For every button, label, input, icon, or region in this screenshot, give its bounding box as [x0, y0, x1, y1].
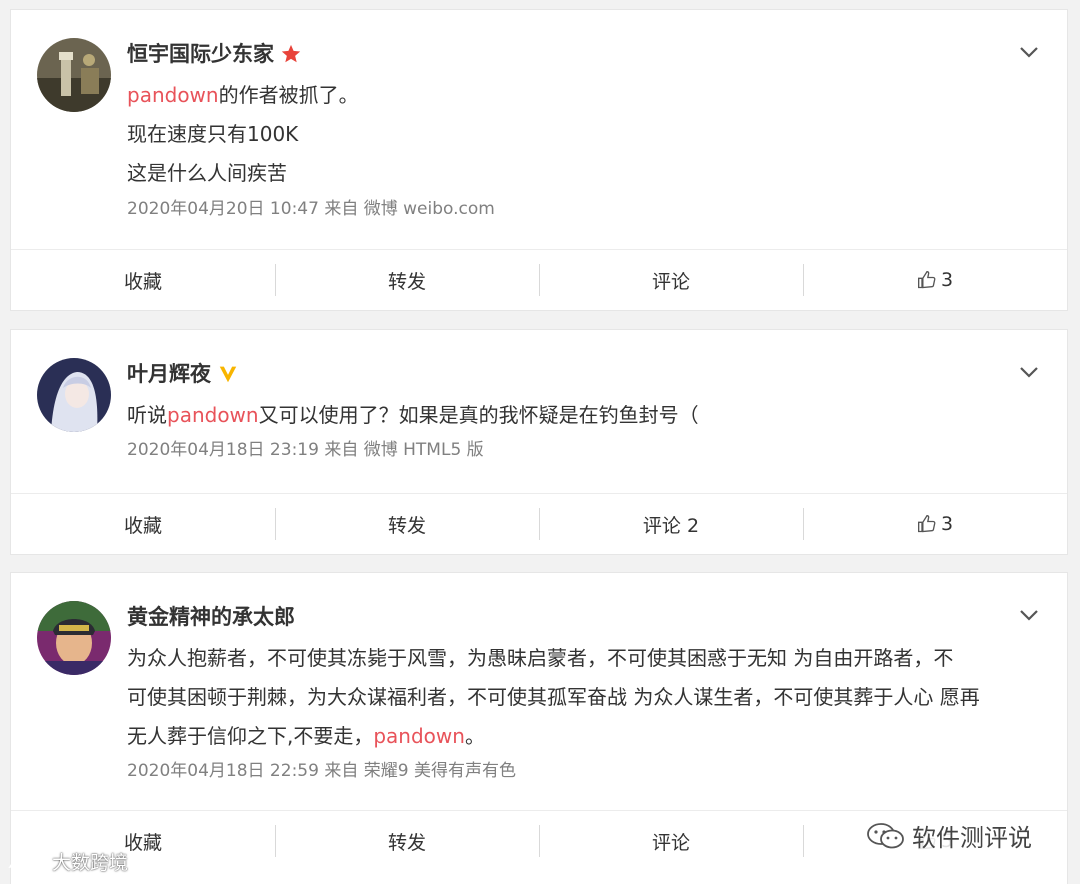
author-name-text[interactable]: 叶月辉夜 — [127, 358, 211, 390]
wechat-icon — [866, 821, 906, 851]
avatar[interactable] — [37, 38, 111, 112]
action-bar: 收藏 转发 评论 3 — [11, 249, 1067, 310]
favorite-label: 收藏 — [123, 270, 162, 293]
comment-button[interactable]: 评论 — [539, 250, 803, 310]
chevron-down-icon[interactable] — [1017, 360, 1041, 384]
post-meta[interactable]: 2020年04月18日 22:59 来自 荣耀9 美得有声有色 — [127, 759, 516, 783]
author-name-text[interactable]: 恒宇国际少东家 — [127, 38, 274, 70]
favorite-label: 收藏 — [123, 514, 162, 537]
chevron-down-icon[interactable] — [1017, 40, 1041, 64]
watermark-left-text: 大数跨境 — [52, 852, 129, 874]
repost-button[interactable]: 转发 — [275, 811, 539, 871]
like-count: 3 — [940, 513, 954, 535]
post-card: 叶月辉夜 听说pandown又可以使用了？如果是真的我怀疑是在钓鱼封号（ 202… — [10, 329, 1068, 555]
thumbs-up-icon — [917, 270, 937, 290]
repost-label: 转发 — [387, 831, 426, 854]
topic-link[interactable]: pandown — [127, 83, 219, 107]
comment-label: 评论 — [651, 831, 690, 854]
like-button[interactable]: 3 — [803, 250, 1067, 310]
comment-label: 评论 — [651, 270, 690, 293]
post-card: 恒宇国际少东家 pandown的作者被抓了。 现在速度只有100K 这是什么人间… — [10, 9, 1068, 311]
favorite-button[interactable]: 收藏 — [11, 250, 275, 310]
author-name[interactable]: 叶月辉夜 — [127, 358, 239, 390]
watermark-right: 软件测评说 — [862, 816, 1036, 855]
watermark-right-text: 软件测评说 — [912, 824, 1032, 852]
author-name[interactable]: 黄金精神的承太郎 — [127, 601, 295, 633]
content-line: 为众人抱薪者，不可使其冻毙于风雪，为愚昧启蒙者，不可使其困惑于无知 为自由开路者… — [127, 646, 954, 670]
post-meta[interactable]: 2020年04月20日 10:47 来自 微博 weibo.com — [127, 197, 495, 221]
content-line: 这是什么人间疾苦 — [127, 161, 287, 185]
action-bar: 收藏 转发 评论 2 3 — [11, 493, 1067, 554]
favorite-label: 收藏 — [123, 831, 162, 854]
content-line: 可使其困顿于荆棘，为大众谋福利者，不可使其孤军奋战 为众人谋生者，不可使其葬于人… — [127, 685, 980, 709]
content-line: 无人葬于信仰之下,不要走，pandown。 — [127, 724, 485, 748]
like-count: 3 — [940, 269, 954, 291]
thumbs-up-icon — [917, 514, 937, 534]
content-line: pandown的作者被抓了。 — [127, 83, 359, 107]
comment-button[interactable]: 评论 2 — [539, 494, 803, 554]
topic-link[interactable]: pandown — [373, 724, 465, 748]
vip-v-badge-icon — [217, 363, 239, 385]
post-content: pandown的作者被抓了。 现在速度只有100K 这是什么人间疾苦 — [127, 76, 1047, 193]
watermark-left: 大数跨境 — [8, 848, 128, 875]
author-name-text[interactable]: 黄金精神的承太郎 — [127, 601, 295, 633]
topic-link[interactable]: pandown — [167, 403, 259, 427]
like-button[interactable]: 3 — [803, 494, 1067, 554]
repost-label: 转发 — [387, 514, 426, 537]
favorite-button[interactable]: 收藏 — [11, 494, 275, 554]
speech-bubble-icon — [8, 849, 50, 874]
weibo-comment-feed: 恒宇国际少东家 pandown的作者被抓了。 现在速度只有100K 这是什么人间… — [0, 0, 1080, 884]
repost-button[interactable]: 转发 — [275, 250, 539, 310]
post-meta[interactable]: 2020年04月18日 23:19 来自 微博 HTML5 版 — [127, 438, 484, 462]
content-line: 听说pandown又可以使用了？如果是真的我怀疑是在钓鱼封号（ — [127, 403, 699, 427]
avatar[interactable] — [37, 358, 111, 432]
comment-label: 评论 2 — [642, 514, 700, 537]
post-content: 为众人抱薪者，不可使其冻毙于风雪，为愚昧启蒙者，不可使其困惑于无知 为自由开路者… — [127, 639, 1047, 756]
author-name[interactable]: 恒宇国际少东家 — [127, 38, 302, 70]
star-badge-icon — [280, 43, 302, 65]
post-content: 听说pandown又可以使用了？如果是真的我怀疑是在钓鱼封号（ — [127, 396, 1047, 435]
content-line: 现在速度只有100K — [127, 122, 299, 146]
comment-button[interactable]: 评论 — [539, 811, 803, 871]
repost-label: 转发 — [387, 270, 426, 293]
chevron-down-icon[interactable] — [1017, 603, 1041, 627]
avatar[interactable] — [37, 601, 111, 675]
repost-button[interactable]: 转发 — [275, 494, 539, 554]
